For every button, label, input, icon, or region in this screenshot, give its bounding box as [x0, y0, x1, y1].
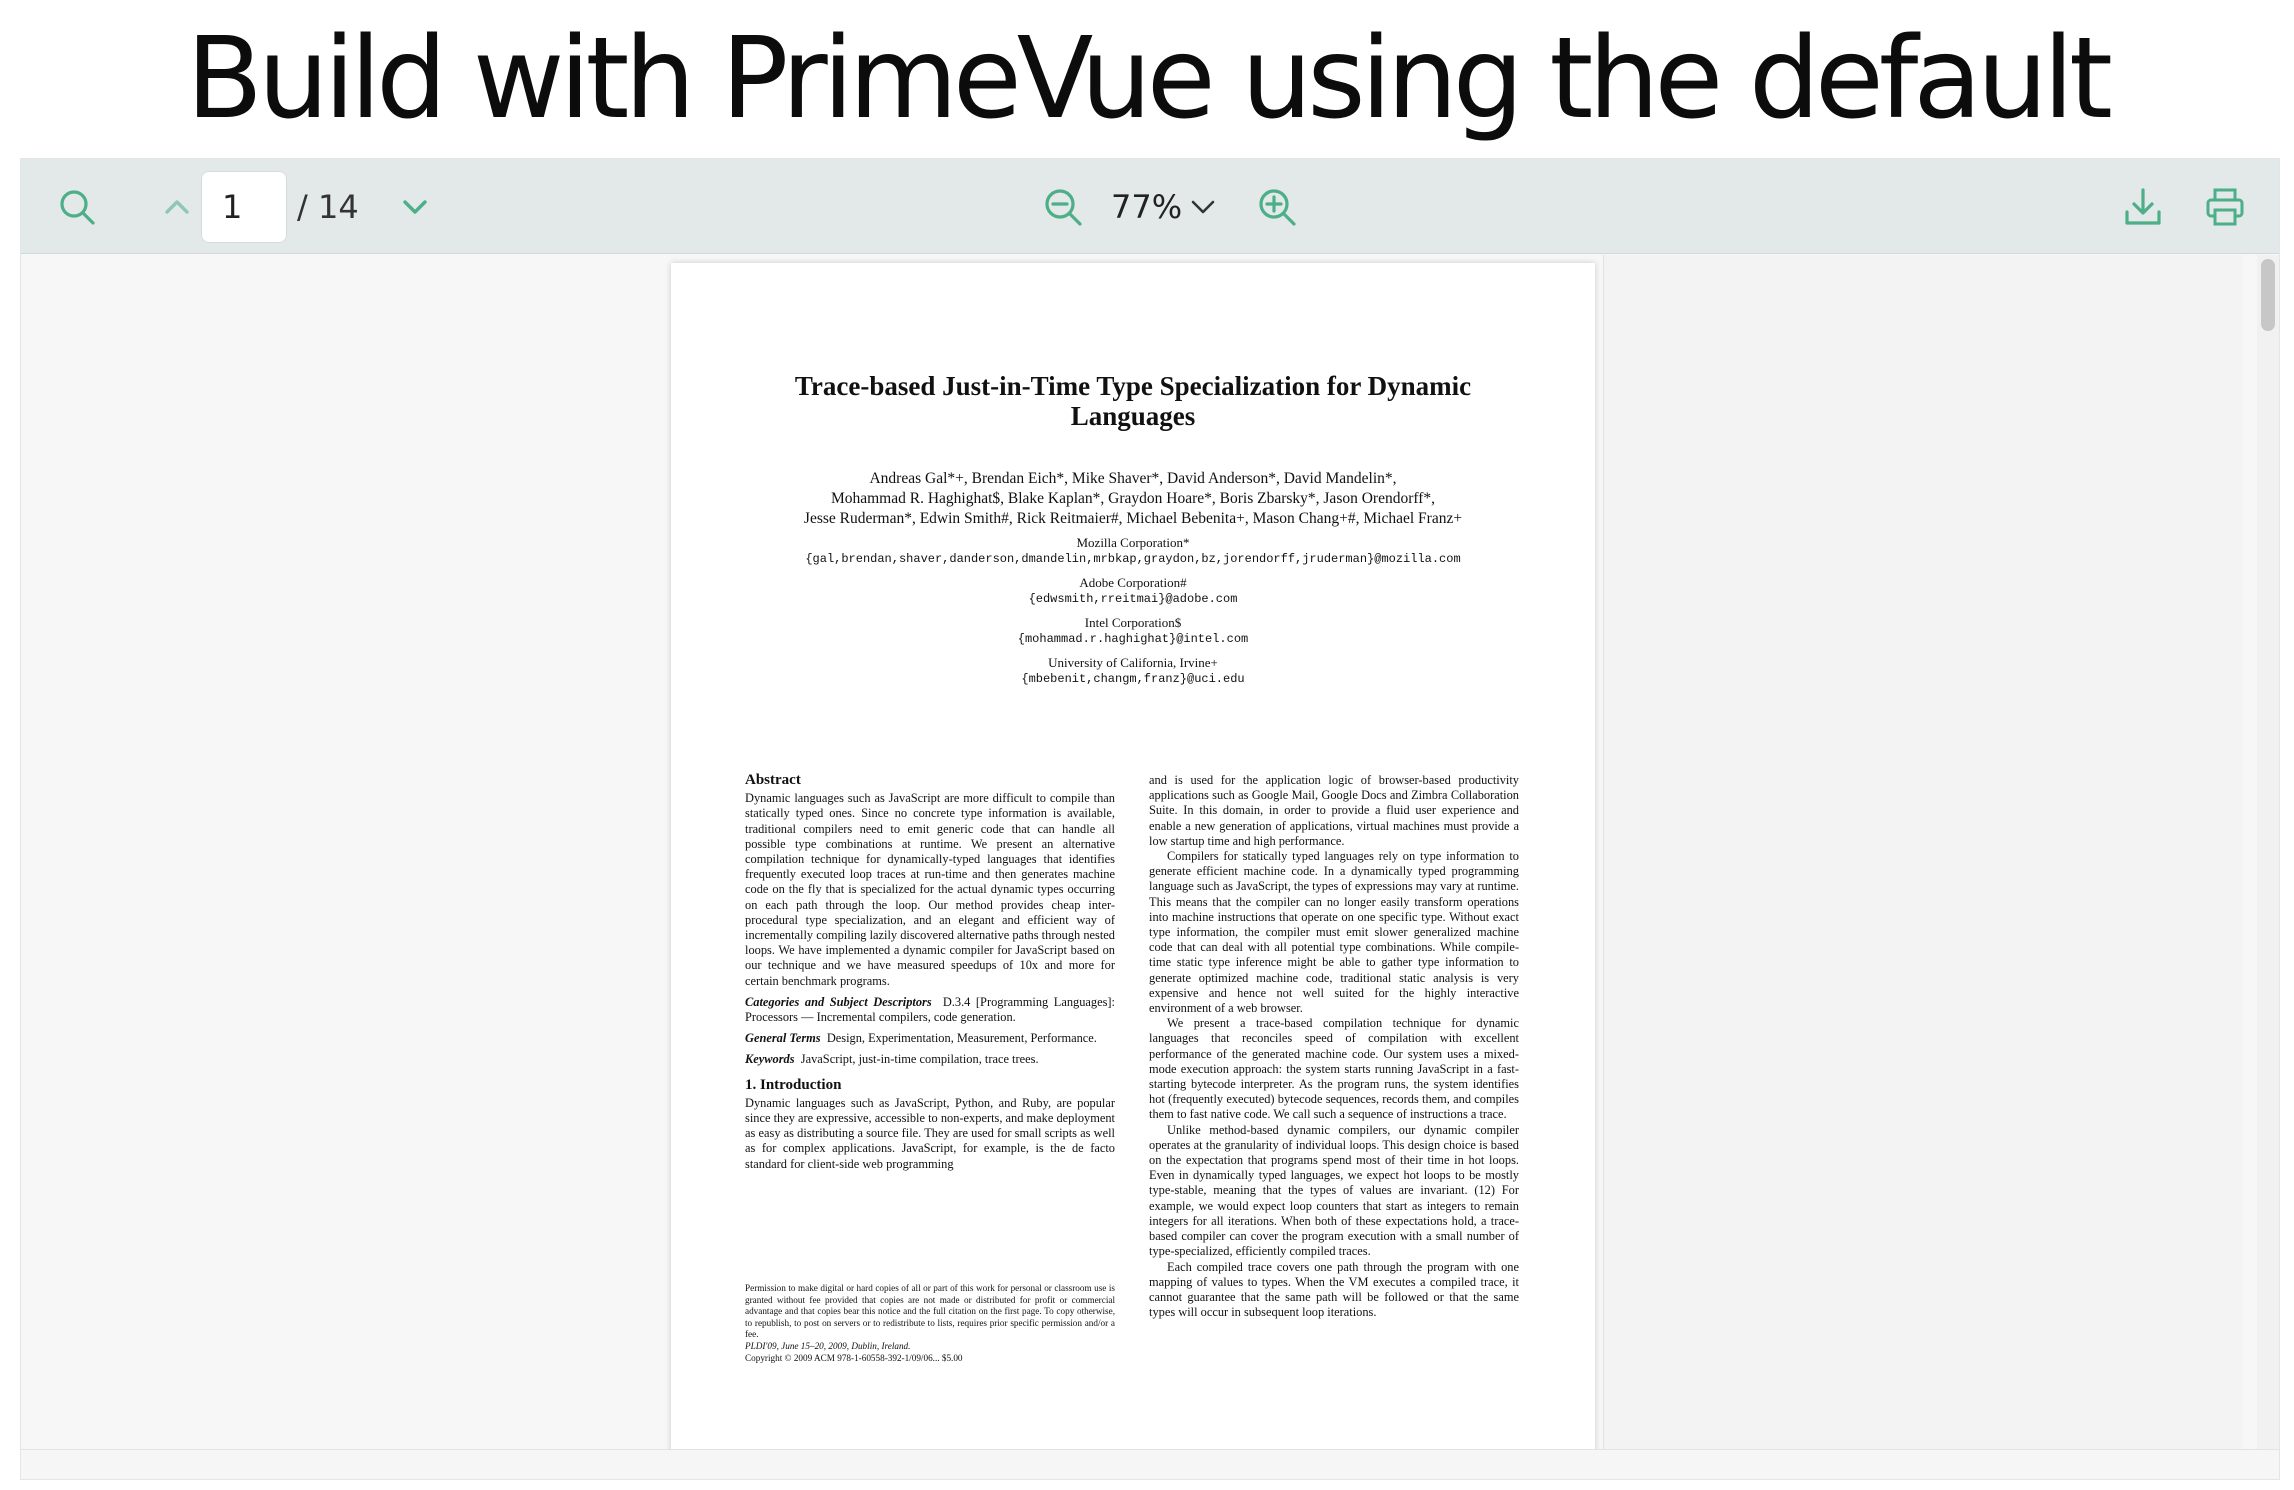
paper-authors: Andreas Gal*+, Brendan Eich*, Mike Shave… [803, 470, 1463, 527]
download-button[interactable] [2115, 179, 2171, 235]
zoom-in-icon [1259, 189, 1296, 226]
right-paragraph: Unlike method-based dynamic compilers, o… [1149, 1122, 1519, 1259]
copyright-footnote: Permission to make digital or hard copie… [745, 1283, 1115, 1363]
affiliation-uci: University of California, Irvine+ {mbebe… [1021, 655, 1245, 686]
terms-paragraph: General Terms Design, Experimentation, M… [745, 1031, 1097, 1046]
affiliation-mozilla: Mozilla Corporation* {gal,brendan,shaver… [805, 535, 1461, 566]
page-total-label: / 14 [297, 188, 359, 226]
previous-page-button[interactable] [151, 181, 203, 233]
paper-title: Trace-based Just-in-Time Type Specializa… [794, 371, 1472, 431]
left-column: Abstract Dynamic languages such as JavaS… [745, 772, 1116, 1178]
scrollbar-thumb[interactable] [2261, 259, 2275, 331]
pdf-page-1: Trace-based Just-in-Time Type Specializa… [671, 263, 1595, 1451]
viewer-bottom-edge [21, 1449, 2279, 1479]
document-scroll-area[interactable]: Trace-based Just-in-Time Type Specializa… [21, 255, 2259, 1451]
right-column: and is used for the application logic of… [1149, 773, 1519, 1320]
next-page-button[interactable] [389, 181, 441, 233]
printer-icon [2206, 188, 2244, 226]
zoom-in-button[interactable] [1249, 179, 1305, 235]
affiliation-adobe: Adobe Corporation# {edwsmith,rreitmai}@a… [1028, 575, 1238, 606]
affiliation-intel: Intel Corporation$ {mohammad.r.haghighat… [1017, 615, 1249, 646]
pdf-page-background [1603, 255, 2243, 1451]
right-paragraph: Each compiled trace covers one path thro… [1149, 1259, 1519, 1320]
page-number-input[interactable]: 1 [201, 171, 287, 243]
search-icon [60, 190, 95, 225]
zoom-level-value: 77% [1111, 188, 1183, 226]
chevron-down-icon [403, 200, 427, 214]
keywords-paragraph: Keywords JavaScript, just-in-time compil… [745, 1052, 1039, 1067]
search-button[interactable] [51, 181, 103, 233]
chevron-down-icon [1191, 200, 1215, 214]
right-paragraph: and is used for the application logic of… [1149, 773, 1519, 848]
abstract-text: Dynamic languages such as JavaScript are… [745, 791, 1115, 988]
page-headline: Build with PrimeVue using the default to… [186, 14, 2113, 274]
zoom-out-button[interactable] [1035, 179, 1091, 235]
download-icon [2125, 188, 2161, 225]
categories-paragraph: Categories and Subject Descriptors D.3.4… [745, 994, 1116, 1025]
chevron-up-icon [165, 200, 189, 214]
right-paragraph: We present a trace-based compilation tec… [1149, 1016, 1519, 1122]
intro-heading: 1. Introduction [745, 1076, 842, 1093]
right-paragraph: Compilers for statically typed languages… [1149, 849, 1519, 1016]
abstract-heading: Abstract [745, 772, 801, 788]
zoom-level-select[interactable]: 77% [1103, 171, 1233, 243]
intro-text: Dynamic languages such as JavaScript, Py… [745, 1095, 1115, 1171]
pdf-viewer: 1 / 14 77% Trace-based Just-in-Time Type… [20, 158, 2280, 1480]
viewer-toolbar: 1 / 14 77% [21, 159, 2279, 254]
vertical-scrollbar[interactable] [2257, 255, 2279, 1451]
zoom-out-icon [1045, 189, 1082, 226]
print-button[interactable] [2197, 179, 2253, 235]
